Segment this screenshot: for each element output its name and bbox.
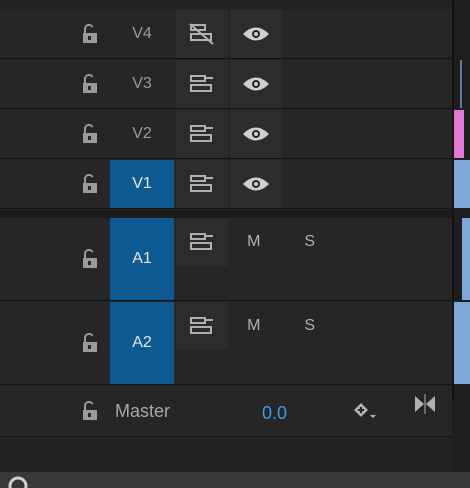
lock-track-toggle[interactable] — [72, 110, 108, 158]
master-label: Master — [115, 400, 171, 421]
master-volume-value[interactable]: 0.0 — [262, 388, 287, 438]
clip-divider — [452, 0, 454, 400]
unlock-icon — [83, 24, 97, 43]
track-row-a1[interactable]: A1 M S — [0, 218, 452, 301]
master-track-row: Master 0.0 — [0, 386, 452, 437]
sync-lock-toggle[interactable] — [176, 218, 228, 266]
track-label[interactable]: V4 — [110, 10, 174, 58]
add-keyframe-icon — [354, 403, 376, 418]
timeline-track-headers: V4 V3 V2 V1 A1 M S A2 M S Master 0.0 — [0, 0, 470, 488]
track-row-v1[interactable]: V1 — [0, 160, 452, 209]
track-label[interactable]: A2 — [110, 302, 174, 384]
eye-icon — [243, 77, 269, 91]
solo-button[interactable]: S — [288, 302, 332, 350]
track-row-v4[interactable]: V4 — [0, 10, 452, 59]
track-row-v3[interactable]: V3 — [0, 60, 452, 109]
track-label[interactable]: V2 — [110, 110, 174, 158]
sync-lock-toggle[interactable] — [176, 10, 228, 58]
sync-lock-toggle[interactable] — [176, 60, 228, 108]
lock-track-toggle[interactable] — [72, 160, 108, 208]
track-row-v2[interactable]: V2 — [0, 110, 452, 159]
visibility-toggle[interactable] — [230, 10, 282, 58]
clip-v1[interactable] — [454, 160, 470, 208]
sync-lock-icon — [190, 125, 213, 142]
visibility-toggle[interactable] — [230, 60, 282, 108]
lock-track-toggle[interactable] — [72, 218, 108, 300]
lock-track-toggle[interactable] — [72, 302, 108, 384]
sync-lock-icon — [190, 317, 213, 334]
track-label[interactable]: A1 — [110, 218, 174, 300]
horizontal-scrollbar[interactable] — [0, 472, 470, 488]
unlock-icon — [83, 174, 97, 193]
keyframe-button[interactable] — [350, 386, 380, 436]
unlock-icon — [83, 124, 97, 143]
eye-icon — [243, 27, 269, 41]
sync-lock-toggle[interactable] — [176, 110, 228, 158]
timeline-clip-area[interactable] — [452, 0, 470, 488]
unlock-icon — [83, 74, 97, 93]
visibility-toggle[interactable] — [230, 110, 282, 158]
solo-button[interactable]: S — [288, 218, 332, 266]
eye-icon — [243, 177, 269, 191]
eye-icon — [243, 127, 269, 141]
lock-track-toggle[interactable] — [72, 10, 108, 58]
unlock-icon — [83, 401, 97, 420]
clip-v3[interactable] — [460, 60, 462, 108]
track-label[interactable]: V1 — [110, 160, 174, 208]
mute-button[interactable]: M — [232, 302, 276, 350]
lock-track-toggle[interactable] — [72, 386, 108, 436]
clip-a2[interactable] — [454, 302, 470, 384]
unlock-icon — [83, 333, 97, 352]
sync-lock-toggle[interactable] — [176, 160, 228, 208]
lock-track-toggle[interactable] — [72, 60, 108, 108]
video-audio-divider[interactable] — [0, 210, 470, 218]
visibility-toggle[interactable] — [230, 160, 282, 208]
clip-a1[interactable] — [462, 218, 470, 300]
bowtie-icon — [415, 394, 435, 414]
track-label[interactable]: V3 — [110, 60, 174, 108]
zoom-handle-icon — [8, 476, 28, 488]
zoom-handle[interactable] — [8, 476, 28, 488]
sync-lock-icon — [190, 75, 213, 92]
sync-lock-toggle[interactable] — [176, 302, 228, 350]
go-to-keyframe-button[interactable] — [410, 386, 440, 422]
clip-v2[interactable] — [454, 110, 464, 158]
unlock-icon — [83, 249, 97, 268]
sync-lock-icon — [190, 175, 213, 192]
sync-lock-icon — [190, 233, 213, 250]
sync-lock-off-icon — [189, 23, 214, 45]
mute-button[interactable]: M — [232, 218, 276, 266]
track-row-a2[interactable]: A2 M S — [0, 302, 452, 385]
